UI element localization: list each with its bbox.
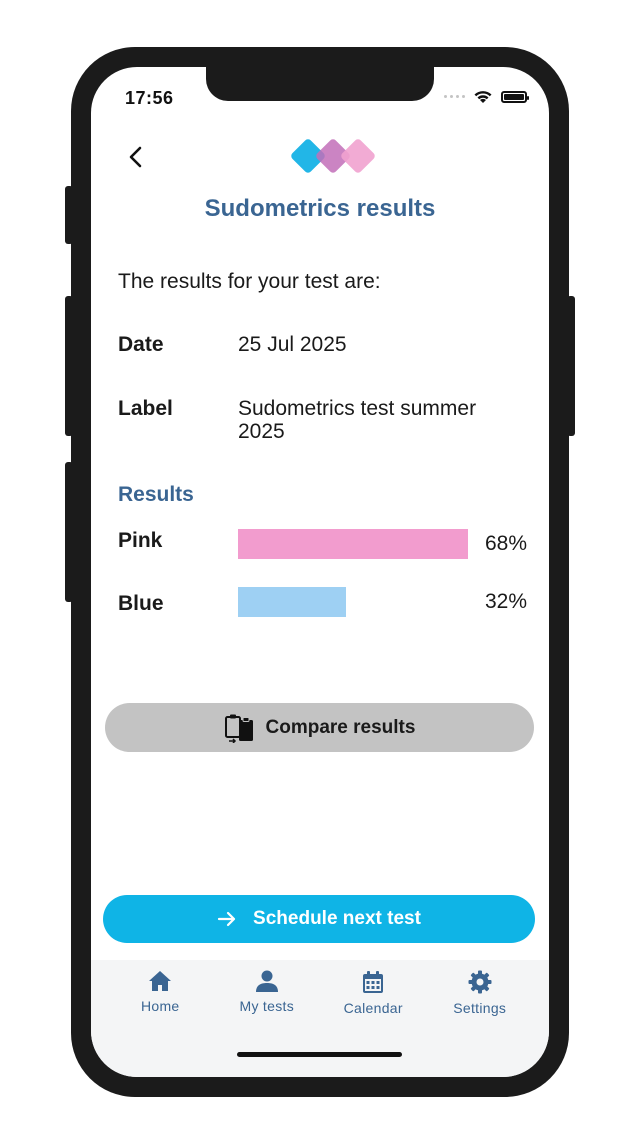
status-icons [444, 89, 529, 104]
calendar-icon [363, 971, 384, 993]
battery-icon [501, 90, 529, 103]
result-bar-pink [238, 529, 468, 559]
result-bar-fill-blue [238, 587, 347, 617]
test-label-label: Label [118, 397, 173, 420]
back-chevron-icon[interactable] [121, 143, 151, 173]
cellular-signal-icon [444, 95, 465, 98]
home-icon [149, 971, 172, 991]
result-percent-blue: 32% [484, 590, 527, 613]
result-percent-pink: 68% [484, 532, 527, 555]
results-heading: Results [118, 483, 194, 506]
schedule-next-test-label: Schedule next test [253, 908, 421, 929]
compare-clipboards-icon [224, 714, 253, 743]
test-label-value: Sudometrics test summer 2025 [238, 397, 477, 443]
status-time: 17:56 [125, 88, 174, 108]
tab-calendar-label: Calendar [343, 1000, 403, 1016]
wifi-icon [474, 91, 492, 103]
app-logo-icon [291, 139, 375, 173]
compare-results-label: Compare results [265, 716, 416, 738]
results-intro: The results for your test are: [118, 270, 381, 293]
home-indicator [237, 1052, 402, 1057]
tab-my-tests[interactable]: My tests [217, 960, 317, 1077]
result-name-blue: Blue [118, 592, 164, 615]
tab-calendar[interactable]: Calendar [323, 960, 423, 1077]
tab-my-tests-label: My tests [239, 998, 295, 1014]
tab-settings-label: Settings [453, 1000, 507, 1016]
arrow-right-icon [217, 911, 236, 927]
app-screen: 17:56 Sudometrics results The results fo… [91, 67, 549, 1077]
tab-settings[interactable]: Settings [430, 960, 530, 1077]
notch [206, 67, 434, 101]
compare-results-button[interactable]: Compare results [105, 703, 534, 752]
date-value: 25 Jul 2025 [238, 333, 347, 356]
result-bar-blue [238, 587, 468, 617]
gear-icon [468, 970, 492, 994]
person-icon [255, 970, 278, 992]
page-title: Sudometrics results [204, 195, 436, 222]
result-name-pink: Pink [118, 529, 163, 552]
date-label: Date [118, 333, 164, 356]
result-bar-fill-pink [238, 529, 468, 559]
tab-home[interactable]: Home [110, 960, 210, 1077]
tab-home-label: Home [140, 998, 180, 1014]
bottom-tab-bar: Home My tests Calendar Settings [91, 960, 549, 1077]
schedule-next-test-button[interactable]: Schedule next test [103, 895, 535, 943]
